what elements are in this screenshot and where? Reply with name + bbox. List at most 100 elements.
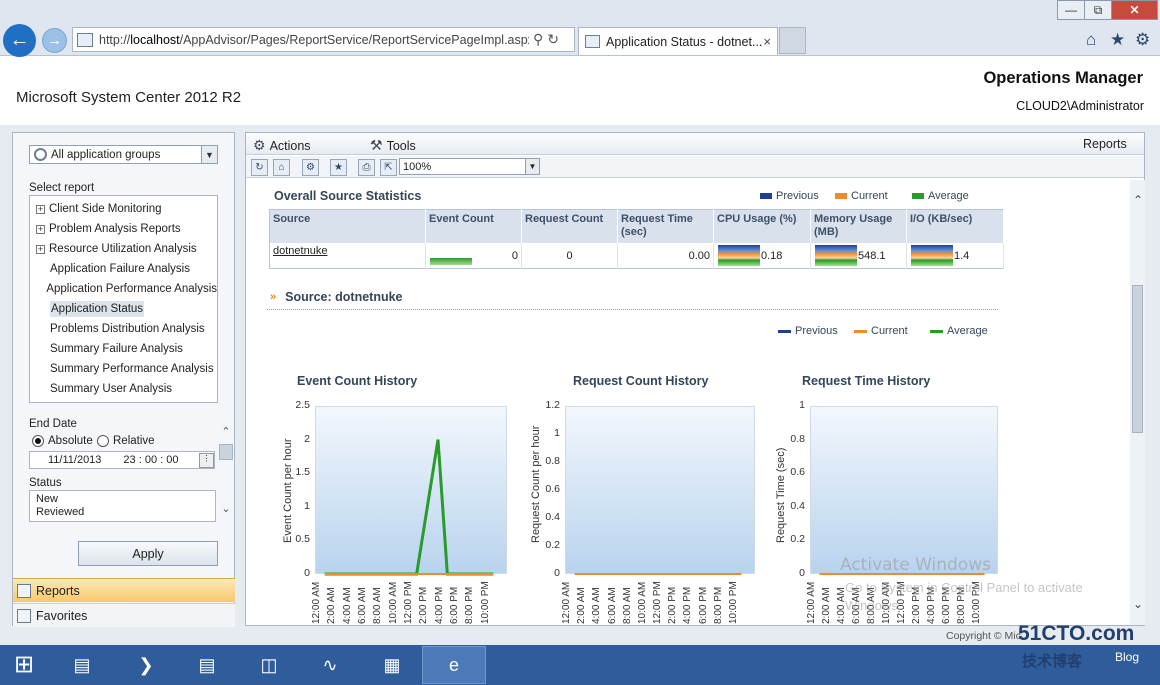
chevron-down-icon[interactable]: ▼: [201, 146, 217, 163]
gear-icon[interactable]: ⚙: [1135, 30, 1150, 50]
powershell-icon[interactable]: ❯: [114, 646, 178, 684]
report-scroll-thumb[interactable]: [1132, 285, 1143, 433]
absolute-radio[interactable]: Absolute: [32, 435, 93, 447]
refresh-report-icon[interactable]: ↻: [251, 159, 268, 176]
export-icon[interactable]: ⇱: [380, 159, 397, 176]
report-item[interactable]: Application Failure Analysis: [30, 259, 217, 279]
report-item-label: Client Side Monitoring: [49, 203, 162, 215]
y-tick-label: 0.6: [545, 483, 560, 495]
reports-menu-label: Reports: [1083, 137, 1127, 151]
scroll-up-icon[interactable]: ⌃: [218, 425, 234, 439]
x-tick-label: 8:00 PM: [712, 586, 724, 624]
windows-start-icon[interactable]: ⊞: [8, 650, 40, 680]
add-favorite-icon[interactable]: ★: [330, 159, 347, 176]
application-group-select[interactable]: All application groups ▼: [29, 145, 218, 164]
expand-icon[interactable]: +: [36, 244, 45, 254]
minimize-button[interactable]: —: [1057, 0, 1085, 20]
overall-stats-title: Overall Source Statistics: [274, 189, 422, 203]
status-option[interactable]: Reviewed: [36, 506, 209, 519]
blog-tag: Blog: [1115, 650, 1140, 664]
report-item[interactable]: Problems Distribution Analysis: [30, 319, 217, 339]
x-tick-label: 4:00 AM: [341, 587, 353, 624]
favorites-star-icon[interactable]: ★: [1110, 30, 1125, 50]
activate-watermark-sub2: Windows.: [845, 598, 902, 613]
report-item[interactable]: Application Status: [30, 299, 217, 319]
legend-swatch: [760, 193, 772, 199]
settings-icon[interactable]: ⚙: [302, 159, 319, 176]
nav-reports[interactable]: Reports: [13, 578, 235, 602]
zoom-chevron-icon[interactable]: ▼: [525, 159, 539, 174]
report-toolbar: ↻ ⌂ ⚙ ★ ⎙ ⇱: [246, 156, 1144, 178]
operations-console-icon[interactable]: ▦: [360, 646, 424, 684]
search-icon[interactable]: ⚲: [533, 31, 543, 48]
report-item[interactable]: Summary Performance Analysis: [30, 359, 217, 379]
memory-cell: 548.1: [810, 243, 907, 269]
user-name: CLOUD2\Administrator: [1016, 99, 1144, 113]
performance-monitor-icon[interactable]: ∿: [298, 646, 362, 684]
report-scroll-down-icon[interactable]: ⌄: [1131, 597, 1145, 611]
legend-label: Average: [928, 190, 969, 202]
close-window-button[interactable]: ✕: [1111, 0, 1158, 20]
report-item[interactable]: Summary Failure Analysis: [30, 339, 217, 359]
chart-title: Event Count History: [297, 374, 418, 388]
io-bar: [911, 245, 953, 267]
report-item-label: Application Failure Analysis: [50, 263, 190, 275]
tools-menu[interactable]: ⚒ Tools: [370, 137, 416, 154]
chart-lines: [819, 573, 985, 575]
report-item[interactable]: + Client Side Monitoring: [30, 199, 217, 219]
home-icon[interactable]: ⌂: [1086, 30, 1096, 50]
reports-menu[interactable]: Reports: [1083, 137, 1127, 151]
blog-watermark: 技术博客: [1022, 653, 1083, 670]
apply-button[interactable]: Apply: [78, 541, 218, 566]
zoom-select[interactable]: 100% ▼: [399, 158, 540, 175]
scroll-down-icon[interactable]: ⌄: [218, 502, 234, 516]
end-date-input[interactable]: 11/11/2013 23 : 00 : 00 ⋮: [29, 451, 215, 469]
legend-average: Average: [912, 190, 969, 202]
back-button[interactable]: ←: [3, 24, 36, 57]
maximize-button[interactable]: ⧉: [1084, 0, 1112, 20]
source-link[interactable]: dotnetnuke: [273, 245, 327, 257]
status-option[interactable]: New: [36, 493, 209, 506]
legend-swatch: [854, 329, 867, 333]
home-report-icon[interactable]: ⌂: [273, 159, 290, 176]
internet-explorer-icon[interactable]: e: [422, 646, 486, 684]
radio-selected-icon[interactable]: [32, 435, 44, 447]
report-item[interactable]: Summary User Analysis: [30, 379, 217, 399]
remote-desktop-icon[interactable]: ◫: [237, 646, 301, 684]
tab-close-icon[interactable]: ×: [763, 34, 771, 49]
server-manager-icon[interactable]: ▤: [50, 646, 114, 684]
calendar-icon[interactable]: ⋮: [199, 452, 214, 468]
forward-button[interactable]: →: [42, 28, 67, 53]
event-count-cell: 0: [425, 243, 522, 269]
x-tick-label: 6:00 AM: [357, 587, 368, 624]
nav-favorites[interactable]: Favorites: [13, 603, 235, 627]
expand-icon[interactable]: +: [36, 224, 45, 234]
column-header: Memory Usage (MB): [810, 209, 907, 244]
y-tick-label: 2: [304, 432, 310, 445]
expand-icon[interactable]: +: [36, 204, 45, 214]
new-tab-button[interactable]: [779, 27, 806, 54]
end-date-label: End Date: [29, 418, 77, 430]
io-value: 1.4: [954, 249, 970, 262]
refresh-icon[interactable]: ↻: [547, 31, 559, 48]
report-item[interactable]: + Resource Utilization Analysis: [30, 239, 217, 259]
report-item[interactable]: Application Performance Analysis: [30, 279, 217, 299]
table-header-row: Source Event Count Request Count Request…: [269, 209, 1004, 244]
browser-tab[interactable]: Application Status - dotnet... ×: [578, 27, 778, 55]
tab-page-icon: [585, 35, 600, 48]
report-item[interactable]: + Problem Analysis Reports: [30, 219, 217, 239]
group-select-value: All application groups: [51, 148, 161, 161]
relative-radio[interactable]: Relative: [97, 435, 155, 447]
chart-lines: [324, 439, 494, 576]
request-count-cell: 0: [521, 243, 618, 269]
status-list[interactable]: New Reviewed: [29, 490, 216, 522]
print-icon[interactable]: ⎙: [358, 159, 375, 176]
radio-icon[interactable]: [97, 435, 109, 447]
column-header: Request Count: [521, 209, 618, 244]
report-item-label: Application Status: [50, 301, 145, 317]
file-explorer-icon[interactable]: ▤: [175, 646, 239, 684]
report-scroll-up-icon[interactable]: ⌃: [1131, 193, 1145, 207]
address-bar[interactable]: http://localhost/AppAdvisor/Pages/Report…: [72, 27, 575, 52]
actions-menu[interactable]: ⚙ Actions: [253, 137, 311, 154]
left-scroll-thumb[interactable]: [219, 444, 233, 460]
